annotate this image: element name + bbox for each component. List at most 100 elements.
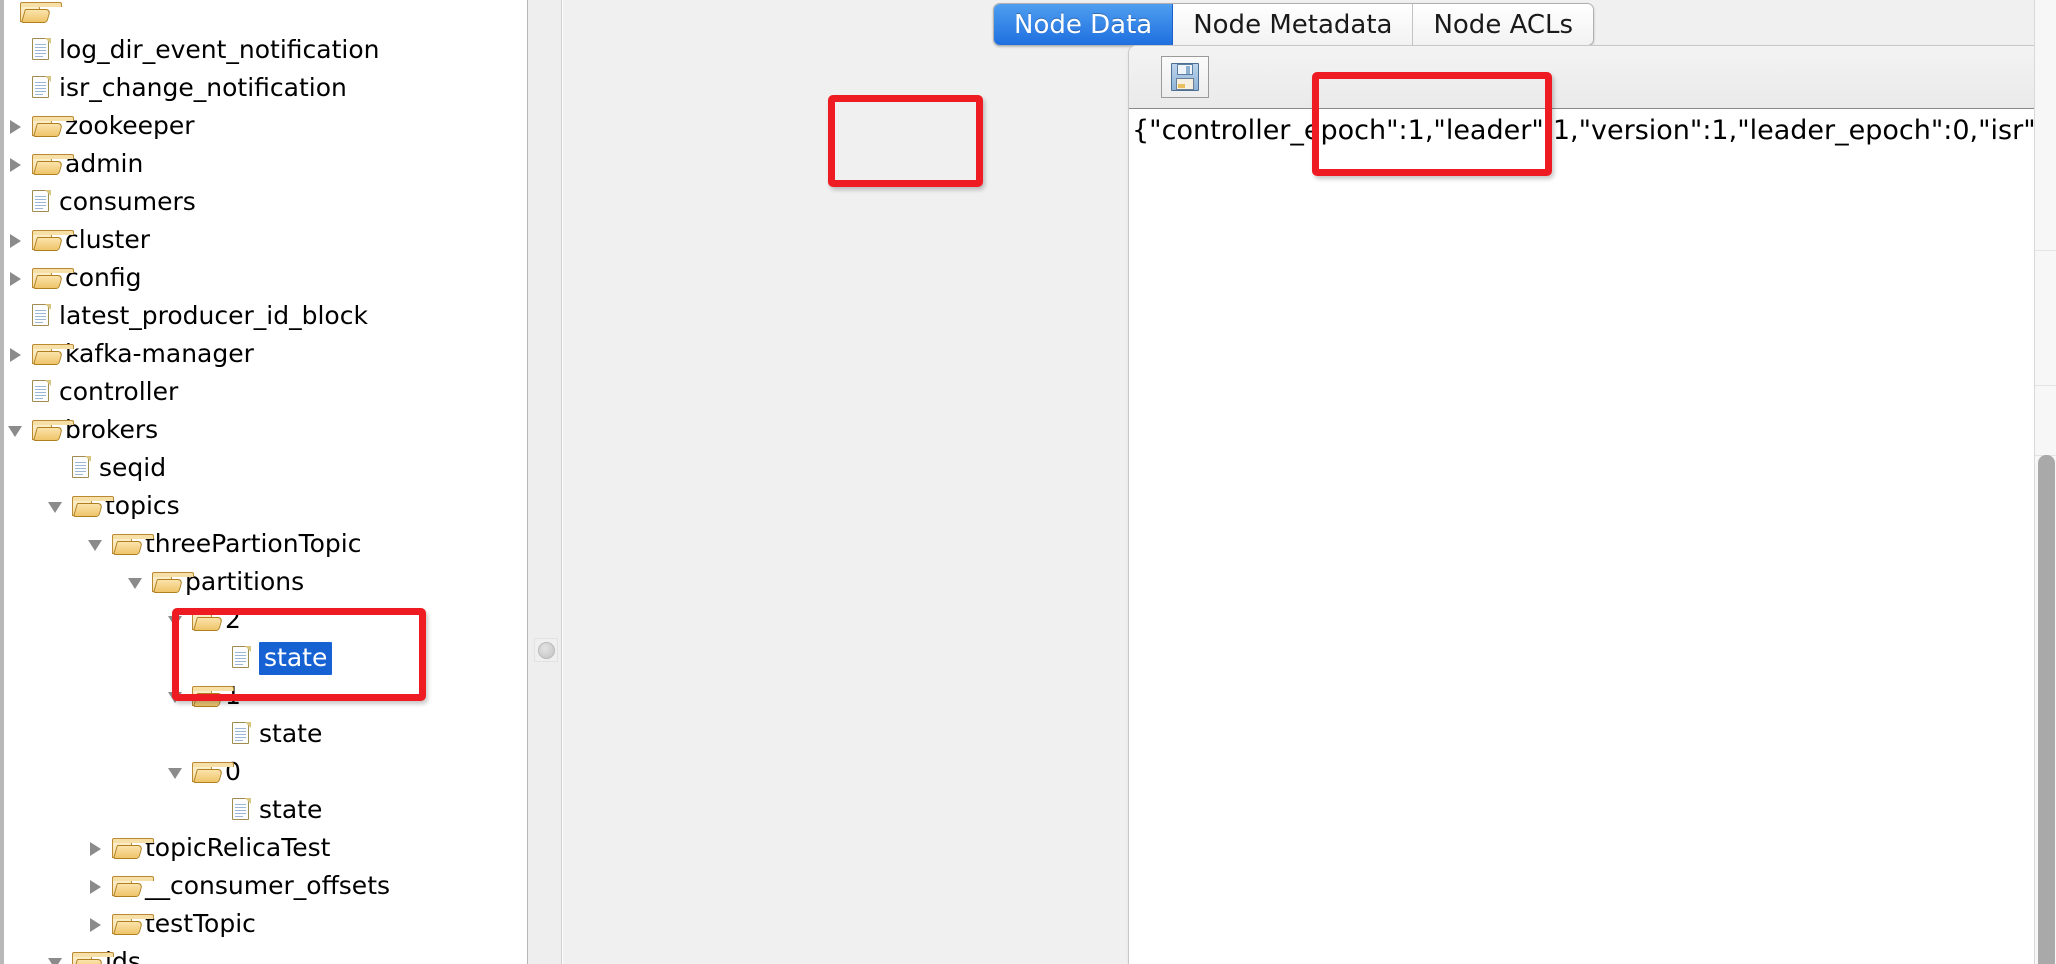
tree-item-label: admin (65, 149, 144, 178)
tree-item-label: kafka-manager (65, 339, 254, 368)
splitter-handle[interactable] (534, 638, 558, 662)
folder-icon (32, 153, 74, 175)
tree-item-label: cluster (65, 225, 151, 254)
tree-item-log_dir_event_notification[interactable]: log_dir_event_notification (8, 30, 380, 68)
panel-left-border (0, 0, 4, 964)
node-data-text: {"controller_epoch":1,"leader":1,"versio… (1132, 115, 2056, 146)
tree-item-topics[interactable]: topics (48, 486, 180, 524)
folder-icon (112, 533, 154, 555)
tree-item-cluster[interactable]: cluster (8, 220, 150, 258)
tree-item-brokers[interactable]: brokers (8, 410, 158, 448)
tree-item-zookeeper[interactable]: zookeeper (8, 106, 195, 144)
chevron-down-icon[interactable] (48, 487, 66, 525)
tree-item-label: topics (105, 491, 180, 520)
tree-item-state[interactable]: state (208, 714, 322, 752)
document-icon (232, 646, 251, 670)
tree-item-isr_change_notification[interactable]: isr_change_notification (8, 68, 347, 106)
document-icon (232, 798, 251, 822)
chevron-right-icon[interactable] (8, 107, 26, 145)
tree-item-label: partitions (185, 567, 305, 596)
chevron-right-icon[interactable] (8, 335, 26, 373)
panel-splitter[interactable] (527, 0, 562, 964)
chevron-right-icon[interactable] (8, 145, 26, 183)
tree-item-state[interactable]: state (208, 638, 333, 677)
scrollbar-thumb[interactable] (2038, 455, 2055, 964)
tree-item-label: state (259, 795, 323, 824)
tab-node-acls-label: Node ACLs (1433, 9, 1574, 40)
document-icon (32, 304, 51, 328)
chevron-down-icon[interactable] (48, 943, 66, 964)
folder-icon (192, 685, 234, 707)
app-window: log_dir_event_notification isr_change_not… (0, 0, 2056, 964)
tree-item-config[interactable]: config (8, 258, 142, 296)
tab-group[interactable]: Node Data Node Metadata Node ACLs (993, 3, 1595, 46)
chevron-right-icon[interactable] (88, 829, 106, 867)
tree-root-node[interactable] (14, 0, 62, 30)
document-icon (32, 76, 51, 100)
node-data-textarea[interactable]: {"controller_epoch":1,"leader":1,"versio… (1129, 108, 2056, 964)
tree-item-kafka-manager[interactable]: kafka-manager (8, 334, 254, 372)
document-icon (32, 380, 51, 404)
tree-item-seqid[interactable]: seqid (48, 448, 166, 486)
tree-item-topicrelicatest[interactable]: topicRelicaTest (88, 828, 330, 866)
tree-item-label: __consumer_offsets (145, 871, 391, 900)
tree-item-partitions[interactable]: partitions (128, 562, 304, 600)
window-vertical-scrollbar[interactable] (2034, 0, 2056, 964)
chevron-down-icon[interactable] (168, 677, 186, 715)
tree-item-controller[interactable]: controller (8, 372, 178, 410)
tree-item-label: isr_change_notification (59, 73, 347, 102)
tree-item-label: log_dir_event_notification (59, 35, 380, 64)
folder-icon (20, 1, 62, 23)
tab-node-metadata[interactable]: Node Metadata (1173, 4, 1414, 45)
tab-node-data-label: Node Data (1014, 9, 1153, 40)
tree-item-label: config (65, 263, 142, 292)
folder-icon (192, 609, 234, 631)
chevron-right-icon[interactable] (8, 221, 26, 259)
tree-item-label: state (259, 642, 333, 675)
folder-icon (32, 419, 74, 441)
folder-icon (32, 343, 74, 365)
tab-bar: Node Data Node Metadata Node ACLs (563, 0, 2056, 46)
tree-item-threepartiontopic[interactable]: threePartionTopic (88, 524, 361, 562)
tab-node-acls[interactable]: Node ACLs (1413, 4, 1594, 45)
tree-item-label: zookeeper (65, 111, 195, 140)
folder-icon (112, 837, 154, 859)
tree-item-label: topicRelicaTest (145, 833, 331, 862)
tree-item-2[interactable]: 2 (168, 600, 241, 638)
zookeeper-tree-panel[interactable]: log_dir_event_notification isr_change_not… (0, 0, 527, 964)
tree-item-label: seqid (99, 453, 167, 482)
chevron-right-icon[interactable] (88, 867, 106, 905)
chevron-right-icon[interactable] (8, 259, 26, 297)
chevron-down-icon[interactable] (8, 411, 26, 449)
tree-item-1[interactable]: 1 (168, 676, 241, 714)
chevron-down-icon[interactable] (168, 753, 186, 791)
tab-node-data[interactable]: Node Data (994, 4, 1174, 45)
chevron-down-icon[interactable] (168, 601, 186, 639)
tree-item-label: latest_producer_id_block (59, 301, 368, 330)
tree-item-__consumer_offsets[interactable]: __consumer_offsets (88, 866, 390, 904)
chevron-down-icon[interactable] (128, 563, 146, 601)
tree-item-admin[interactable]: admin (8, 144, 143, 182)
node-data-editor-card: {"controller_epoch":1,"leader":1,"versio… (1128, 45, 2056, 964)
chevron-down-icon[interactable] (88, 525, 106, 563)
tree-item-testtopic[interactable]: testTopic (88, 904, 256, 942)
chevron-right-icon[interactable] (88, 905, 106, 943)
folder-icon (32, 267, 74, 289)
folder-icon (112, 875, 154, 897)
document-icon (72, 456, 91, 480)
tree-item-latest_producer_id_block[interactable]: latest_producer_id_block (8, 296, 368, 334)
tree-item-ids[interactable]: ids (48, 942, 141, 964)
folder-icon (72, 951, 114, 964)
folder-icon (32, 229, 74, 251)
save-button[interactable] (1161, 56, 1209, 98)
tab-node-metadata-label: Node Metadata (1193, 9, 1393, 40)
floppy-disk-icon (1171, 63, 1199, 91)
tree-item-0[interactable]: 0 (168, 752, 241, 790)
tree-item-state[interactable]: state (208, 790, 322, 828)
tree-item-consumers[interactable]: consumers (8, 182, 196, 220)
